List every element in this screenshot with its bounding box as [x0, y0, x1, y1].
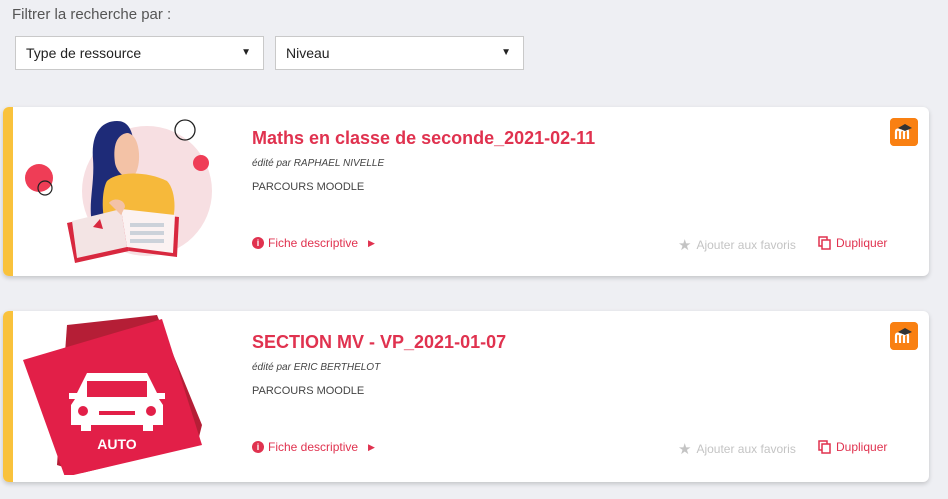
card-accent-bar — [3, 107, 13, 276]
info-icon: i — [252, 441, 264, 453]
reading-woman-illustration — [25, 119, 212, 263]
result-card[interactable]: AUTO SECTION MV - VP_2021-01-07 édité pa… — [3, 311, 929, 482]
favorite-label: Ajouter aux favoris — [696, 238, 796, 252]
duplicate-button[interactable]: Dupliquer — [818, 440, 887, 454]
level-select[interactable]: Niveau ▼ — [275, 36, 524, 70]
fiche-label: Fiche descriptive — [268, 440, 359, 454]
copy-icon — [818, 440, 831, 454]
add-favorite-button[interactable]: ★ Ajouter aux favoris — [678, 440, 796, 458]
fiche-label: Fiche descriptive — [268, 236, 359, 250]
card-accent-bar — [3, 311, 13, 482]
car-thumbnail: AUTO — [23, 315, 202, 475]
play-icon: ▶ — [368, 237, 375, 248]
fiche-descriptive-link[interactable]: i Fiche descriptive ▶ — [252, 236, 375, 250]
add-favorite-button[interactable]: ★ Ajouter aux favoris — [678, 236, 796, 254]
dropdown-arrow-icon: ▼ — [241, 47, 251, 58]
duplicate-button[interactable]: Dupliquer — [818, 236, 887, 250]
result-type: PARCOURS MOODLE — [252, 385, 365, 397]
dropdown-arrow-icon: ▼ — [501, 47, 511, 58]
result-card[interactable]: Maths en classe de seconde_2021-02-11 éd… — [3, 107, 929, 276]
moodle-logo-icon — [890, 118, 918, 146]
resource-type-select[interactable]: Type de ressource ▼ — [15, 36, 264, 70]
star-icon: ★ — [678, 237, 692, 254]
duplicate-label: Dupliquer — [836, 236, 888, 250]
filter-label: Filtrer la recherche par : — [12, 6, 172, 23]
resource-type-value: Type de ressource — [26, 45, 142, 61]
play-icon: ▶ — [368, 441, 375, 452]
moodle-logo-icon — [890, 322, 918, 350]
info-icon: i — [252, 237, 264, 249]
favorite-label: Ajouter aux favoris — [696, 442, 796, 456]
result-author: édité par ERIC BERTHELOT — [252, 362, 381, 373]
result-type: PARCOURS MOODLE — [252, 181, 365, 193]
thumb-label: AUTO — [97, 436, 137, 452]
result-title[interactable]: Maths en classe de seconde_2021-02-11 — [252, 128, 595, 149]
star-icon: ★ — [678, 441, 692, 458]
level-value: Niveau — [286, 45, 330, 61]
result-title[interactable]: SECTION MV - VP_2021-01-07 — [252, 332, 506, 353]
duplicate-label: Dupliquer — [836, 440, 888, 454]
result-author: édité par RAPHAEL NIVELLE — [252, 158, 385, 169]
fiche-descriptive-link[interactable]: i Fiche descriptive ▶ — [252, 440, 375, 454]
copy-icon — [818, 236, 831, 250]
